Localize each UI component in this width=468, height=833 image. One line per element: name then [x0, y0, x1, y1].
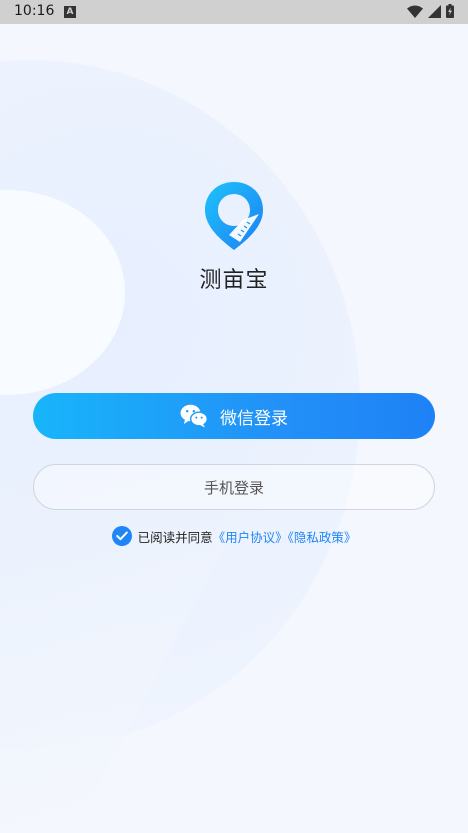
check-icon — [115, 531, 128, 541]
app-name: 测亩宝 — [199, 268, 269, 293]
privacy-policy-link[interactable]: 《隐私政策》 — [288, 530, 357, 545]
status-time: 10:16 — [14, 3, 55, 19]
agreement-row: 已阅读并同意《用户协议》《隐私政策》 — [0, 526, 468, 546]
battery-icon — [446, 4, 454, 18]
wechat-login-label: 微信登录 — [220, 408, 288, 429]
app-logo-icon — [205, 182, 263, 250]
status-icons — [407, 4, 454, 18]
phone-login-button[interactable]: 手机登录 — [33, 464, 435, 510]
wechat-login-button[interactable]: 微信登录 — [33, 393, 435, 439]
agreement-text: 已阅读并同意 — [137, 529, 213, 545]
phone-login-label: 手机登录 — [203, 478, 264, 497]
wechat-icon — [180, 404, 208, 428]
status-bar: 10:16 A — [0, 0, 468, 24]
user-agreement-link[interactable]: 《用户协议》 — [213, 530, 288, 545]
notification-icon: A — [64, 6, 76, 18]
signal-icon — [428, 4, 441, 18]
wifi-icon — [407, 5, 423, 18]
agreement-checkbox[interactable] — [111, 526, 132, 546]
